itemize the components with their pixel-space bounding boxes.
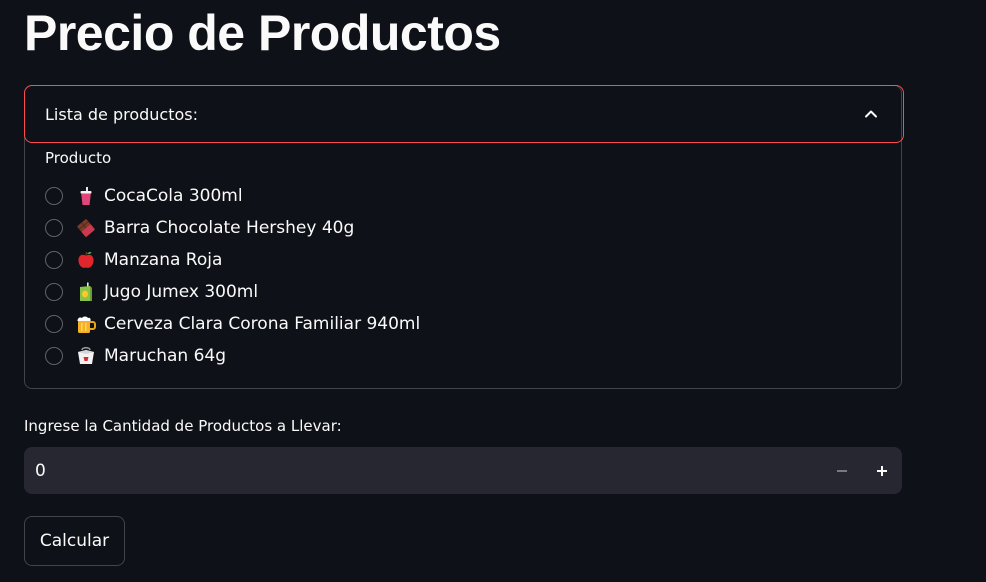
products-expander: Lista de productos: Producto CocaCola 30… <box>24 85 904 389</box>
radio-button[interactable] <box>45 251 63 269</box>
radio-option[interactable]: CocaCola 300ml <box>45 180 420 212</box>
radio-option[interactable]: Jugo Jumex 300ml <box>45 276 420 308</box>
option-label: CocaCola 300ml <box>104 186 243 206</box>
option-label: Maruchan 64g <box>104 346 226 366</box>
radio-option[interactable]: Cerveza Clara Corona Familiar 940ml <box>45 308 420 340</box>
chocolate-bar-icon <box>77 219 95 237</box>
radio-option[interactable]: Manzana Roja <box>45 244 420 276</box>
option-label: Jugo Jumex 300ml <box>104 282 259 302</box>
chevron-up-icon <box>865 110 877 118</box>
increment-button[interactable] <box>862 447 902 494</box>
option-label: Manzana Roja <box>104 250 223 270</box>
page-title: Precio de Productos <box>24 5 501 61</box>
product-radio-group: CocaCola 300ml Barra Chocolate Hershey 4… <box>45 180 420 372</box>
juice-box-icon <box>80 282 92 301</box>
plus-icon <box>877 465 887 476</box>
calculate-button[interactable]: Calcular <box>24 516 125 566</box>
decrement-button[interactable] <box>822 447 862 494</box>
beer-mug-icon <box>77 316 96 333</box>
expander-label: Lista de productos: <box>45 105 198 124</box>
app-page: Precio de Productos Lista de productos: … <box>0 0 986 582</box>
quantity-stepper <box>24 447 902 494</box>
radio-group-label: Producto <box>45 149 112 167</box>
quantity-input[interactable] <box>24 447 804 494</box>
radio-button[interactable] <box>45 347 63 365</box>
radio-button[interactable] <box>45 283 63 301</box>
radio-option[interactable]: Maruchan 64g <box>45 340 420 372</box>
quantity-label: Ingrese la Cantidad de Productos a Lleva… <box>24 417 342 435</box>
radio-button[interactable] <box>45 219 63 237</box>
takeout-box-icon <box>78 347 94 364</box>
minus-icon <box>837 469 847 472</box>
cup-with-straw-icon <box>80 187 92 205</box>
option-label: Barra Chocolate Hershey 40g <box>104 218 355 238</box>
radio-option[interactable]: Barra Chocolate Hershey 40g <box>45 212 420 244</box>
radio-button[interactable] <box>45 315 63 333</box>
radio-button[interactable] <box>45 187 63 205</box>
red-apple-icon <box>78 251 94 268</box>
expander-header[interactable]: Lista de productos: <box>24 85 904 143</box>
option-label: Cerveza Clara Corona Familiar 940ml <box>104 314 421 334</box>
